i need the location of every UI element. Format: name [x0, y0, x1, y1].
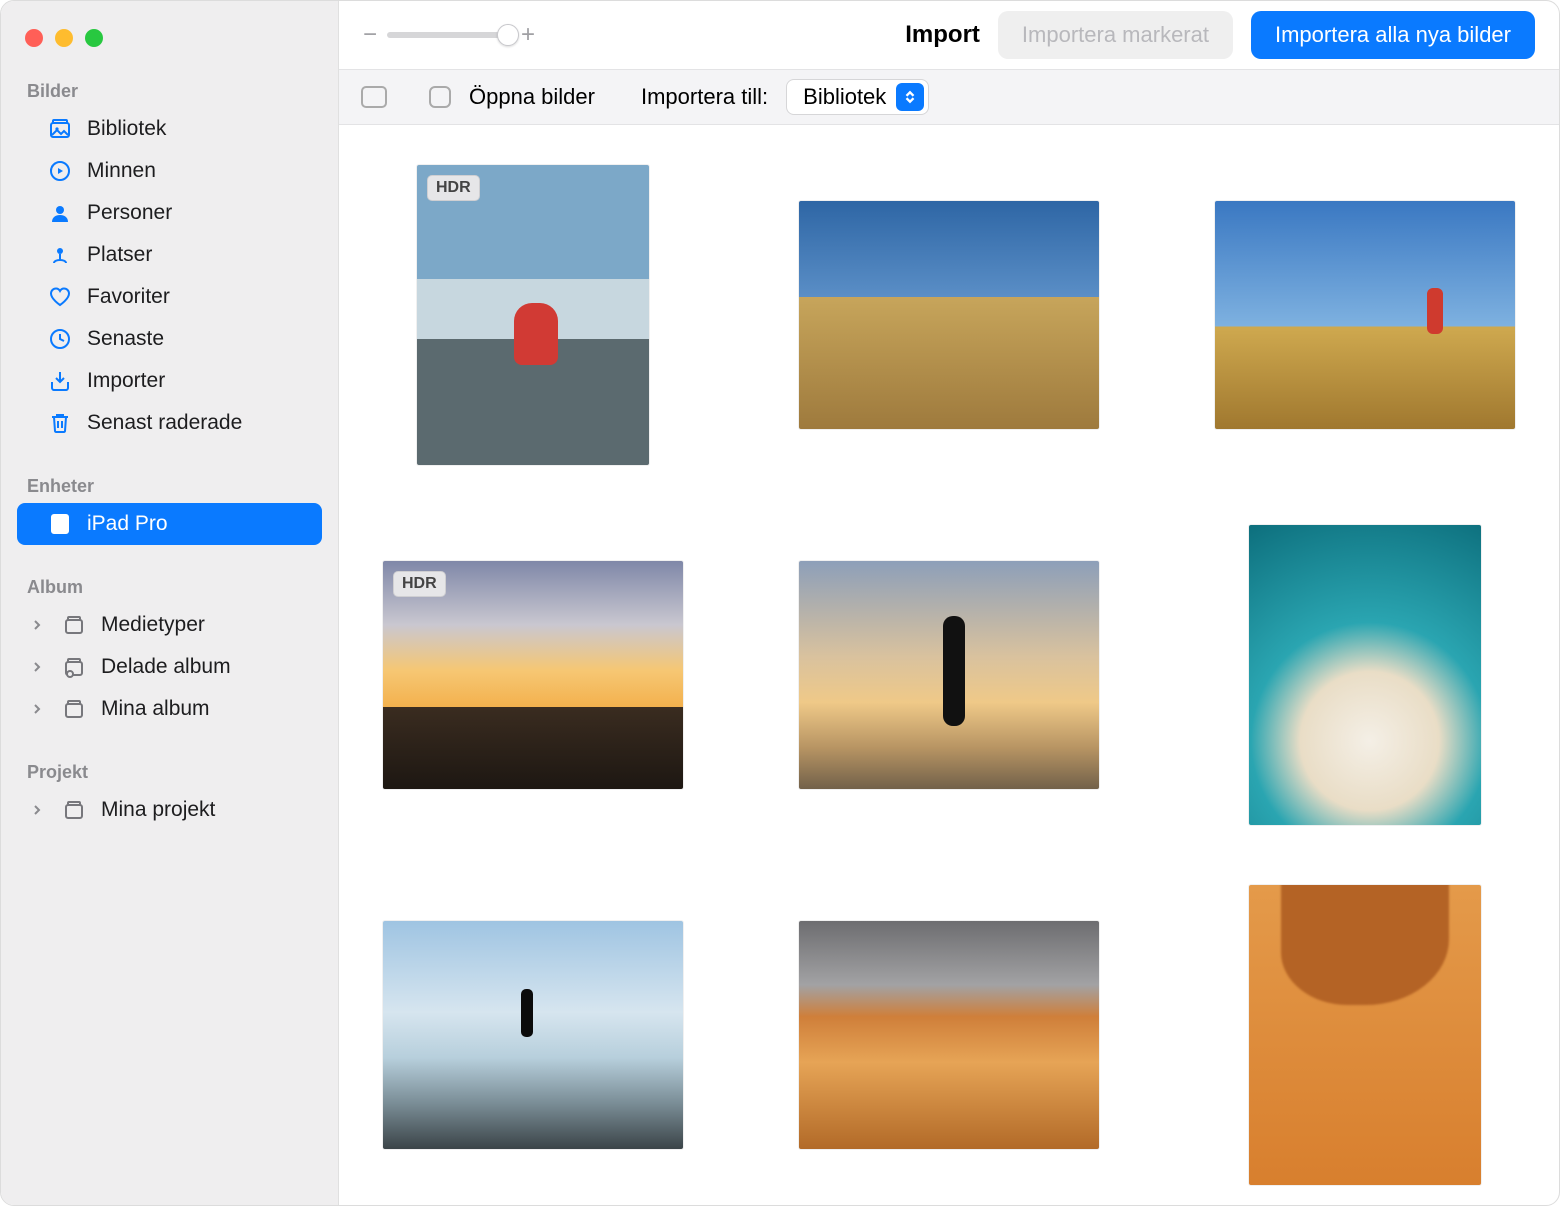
- section-heading-projects: Projekt: [17, 754, 322, 789]
- photo-cell: [791, 885, 1107, 1185]
- main-pane: − + Import Importera markerat Importera …: [339, 1, 1559, 1205]
- sidebar-item-my-albums[interactable]: Mina album: [17, 688, 322, 730]
- photo-thumbnail[interactable]: HDR: [417, 165, 649, 465]
- memories-icon: [47, 158, 73, 184]
- photo-cell: [375, 885, 691, 1185]
- sidebar-item-my-projects[interactable]: Mina projekt: [17, 789, 322, 831]
- import-to-select[interactable]: Bibliotek: [786, 79, 929, 115]
- window-controls: [17, 19, 322, 73]
- sidebar-item-label: Delade album: [101, 655, 231, 679]
- photo-thumbnail[interactable]: [799, 201, 1099, 429]
- trash-icon: [47, 410, 73, 436]
- zoom-out-button[interactable]: −: [363, 21, 377, 49]
- clock-icon: [47, 326, 73, 352]
- sidebar-item-label: Bibliotek: [87, 117, 166, 141]
- sidebar-item-label: Mina projekt: [101, 798, 215, 822]
- photo-cell: HDR: [375, 165, 691, 465]
- chevron-right-icon: [31, 661, 43, 673]
- chevron-right-icon: [31, 703, 43, 715]
- photo-cell: [1207, 525, 1523, 825]
- app-window: Bilder Bibliotek Minnen Personer Platser: [0, 0, 1560, 1206]
- sidebar-item-media-types[interactable]: Medietyper: [17, 604, 322, 646]
- heart-icon: [47, 284, 73, 310]
- sidebar-item-recents[interactable]: Senaste: [17, 318, 322, 360]
- photo-thumbnail[interactable]: [1215, 201, 1515, 429]
- photo-thumbnail[interactable]: [383, 921, 683, 1149]
- close-window-button[interactable]: [25, 29, 43, 47]
- sidebar-item-label: Senast raderade: [87, 411, 242, 435]
- photo-thumbnail[interactable]: [799, 921, 1099, 1149]
- page-title: Import: [905, 21, 980, 49]
- chevron-updown-icon: [896, 83, 924, 111]
- sidebar-item-shared-albums[interactable]: Delade album: [17, 646, 322, 688]
- chevron-right-icon: [31, 804, 43, 816]
- people-icon: [47, 200, 73, 226]
- sidebar-item-label: Senaste: [87, 327, 164, 351]
- zoom-in-button[interactable]: +: [521, 21, 535, 49]
- places-icon: [47, 242, 73, 268]
- import-to-label: Importera till:: [641, 84, 768, 110]
- sidebar: Bilder Bibliotek Minnen Personer Platser: [1, 1, 339, 1205]
- photo-cell: [791, 525, 1107, 825]
- section-heading-albums: Album: [17, 569, 322, 604]
- photo-thumbnail[interactable]: [1249, 885, 1481, 1185]
- zoom-control: − +: [363, 21, 535, 49]
- photo-thumbnail[interactable]: HDR: [383, 561, 683, 789]
- sidebar-item-label: Importer: [87, 369, 165, 393]
- sidebar-item-people[interactable]: Personer: [17, 192, 322, 234]
- open-photos-checkbox[interactable]: [429, 86, 451, 108]
- sidebar-item-memories[interactable]: Minnen: [17, 150, 322, 192]
- section-heading-devices: Enheter: [17, 468, 322, 503]
- library-icon: [47, 116, 73, 142]
- zoom-slider-knob[interactable]: [497, 24, 519, 46]
- zoom-slider[interactable]: [387, 32, 511, 38]
- sidebar-item-recently-deleted[interactable]: Senast raderade: [17, 402, 322, 444]
- hdr-badge: HDR: [393, 571, 446, 597]
- sidebar-item-favorites[interactable]: Favoriter: [17, 276, 322, 318]
- photo-cell: HDR: [375, 525, 691, 825]
- sidebar-item-label: Minnen: [87, 159, 156, 183]
- hdr-badge: HDR: [427, 175, 480, 201]
- import-icon: [47, 368, 73, 394]
- shared-album-icon: [61, 654, 87, 680]
- photo-cell: [791, 165, 1107, 465]
- section-heading-photos: Bilder: [17, 73, 322, 108]
- photo-grid: HDR HDR: [375, 165, 1523, 1185]
- sidebar-item-label: iPad Pro: [87, 512, 168, 536]
- photo-grid-scroll[interactable]: HDR HDR: [339, 125, 1559, 1205]
- import-to-value: Bibliotek: [803, 84, 886, 110]
- sidebar-item-label: Personer: [87, 201, 172, 225]
- open-photos-label: Öppna bilder: [469, 84, 595, 110]
- sidebar-item-library[interactable]: Bibliotek: [17, 108, 322, 150]
- toolbar: − + Import Importera markerat Importera …: [339, 1, 1559, 69]
- sidebar-item-label: Medietyper: [101, 613, 205, 637]
- select-all-checkbox[interactable]: [361, 86, 387, 108]
- sidebar-item-label: Platser: [87, 243, 152, 267]
- sidebar-item-label: Mina album: [101, 697, 210, 721]
- photo-thumbnail[interactable]: [799, 561, 1099, 789]
- photo-thumbnail[interactable]: [1249, 525, 1481, 825]
- import-all-button[interactable]: Importera alla nya bilder: [1251, 11, 1535, 59]
- sidebar-item-label: Favoriter: [87, 285, 170, 309]
- ipad-icon: [47, 511, 73, 537]
- photo-cell: [1207, 165, 1523, 465]
- sidebar-item-places[interactable]: Platser: [17, 234, 322, 276]
- import-selected-button[interactable]: Importera markerat: [998, 11, 1233, 59]
- zoom-window-button[interactable]: [85, 29, 103, 47]
- import-options-bar: Öppna bilder Importera till: Bibliotek: [339, 69, 1559, 125]
- album-icon: [61, 612, 87, 638]
- chevron-right-icon: [31, 619, 43, 631]
- album-icon: [61, 797, 87, 823]
- sidebar-item-ipad-pro[interactable]: iPad Pro: [17, 503, 322, 545]
- photo-cell: [1207, 885, 1523, 1185]
- sidebar-item-imports[interactable]: Importer: [17, 360, 322, 402]
- album-icon: [61, 696, 87, 722]
- minimize-window-button[interactable]: [55, 29, 73, 47]
